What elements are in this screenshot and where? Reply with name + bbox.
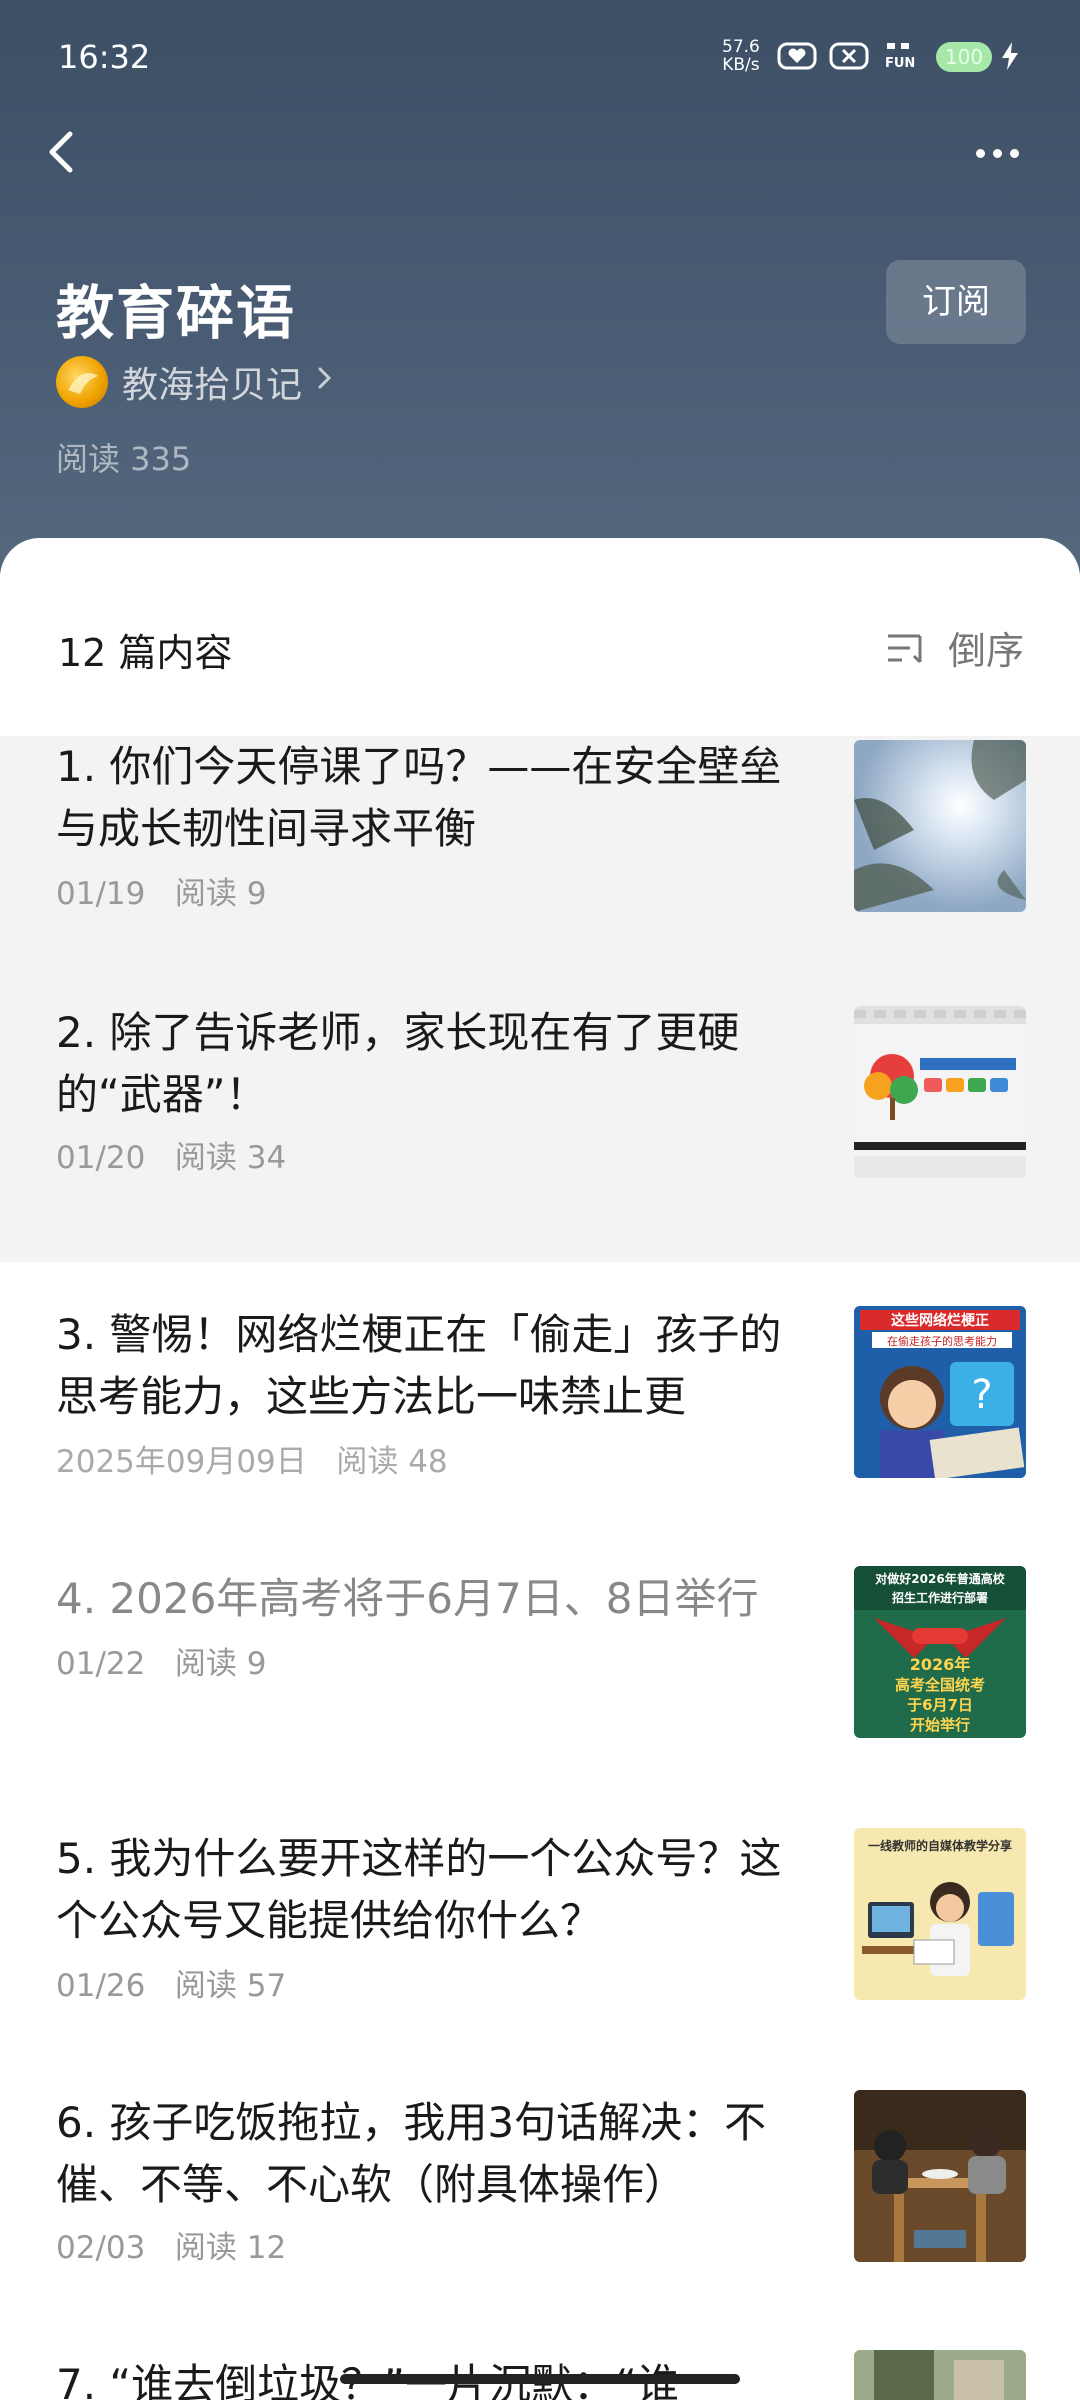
- article-reads: 阅读 9: [174, 1646, 267, 1682]
- article-title: 2. 除了告诉老师，家长现在有了更硬的“武器”！: [56, 1008, 740, 1119]
- list-item[interactable]: 2. 除了告诉老师，家长现在有了更硬的“武器”！ 01/20 阅读 34: [0, 1000, 1080, 1262]
- thumb-caption-line1: 对做好2026年普通高校: [875, 1571, 1005, 1586]
- close-box-icon: [828, 40, 870, 72]
- dot-icon: [993, 148, 1002, 158]
- heart-shield-icon: [776, 40, 818, 72]
- status-bar: 16:32 57.6 KB/s FUN 100: [0, 0, 1080, 110]
- article-date: 01/26: [56, 1968, 146, 2004]
- thumb-caption: 一线教师的自媒体教学分享: [868, 1838, 1012, 1853]
- sort-label: 倒序: [947, 629, 1024, 673]
- article-thumbnail: 一线教师的自媒体教学分享: [854, 1828, 1026, 2000]
- list-header: 12 篇内容 倒序: [0, 538, 1080, 736]
- article-thumbnail: 这些网络烂梗正 在偷走孩子的思考能力 ?: [854, 1306, 1026, 1478]
- back-button[interactable]: [34, 122, 94, 182]
- chevron-left-icon: [49, 131, 73, 173]
- article-thumbnail: [854, 740, 1026, 912]
- article-thumbnail: [854, 2090, 1026, 2262]
- thumb-caption-line4: 高考全国统考: [895, 1676, 985, 1694]
- article-title: 5. 我为什么要开这样的一个公众号？这个公众号又能提供给你什么？: [56, 1834, 782, 1945]
- net-speed-unit: KB/s: [722, 55, 760, 75]
- article-thumbnail: [854, 1006, 1026, 1178]
- collection-header: 16:32 57.6 KB/s FUN 100 教育碎语 订阅 教海拾贝记 阅读…: [0, 0, 1080, 600]
- article-title: 1. 你们今天停课了吗？——在安全壁垒与成长韧性间寻求平衡: [56, 742, 782, 853]
- article-meta: 01/22 阅读 9: [56, 1638, 266, 1683]
- list-item[interactable]: 1. 你们今天停课了吗？——在安全壁垒与成长韧性间寻求平衡 01/19 阅读 9: [0, 736, 1080, 1000]
- article-date: 02/03: [56, 2230, 146, 2266]
- sort-toggle[interactable]: 倒序: [886, 620, 1024, 675]
- article-date: 01/20: [56, 1140, 146, 1176]
- article-meta: 01/26 阅读 57: [56, 1960, 286, 2005]
- thumb-caption-line2: 招生工作进行部署: [892, 1590, 988, 1605]
- article-meta: 01/20 阅读 34: [56, 1132, 286, 1177]
- article-reads: 阅读 9: [174, 876, 267, 912]
- article-thumbnail: 对做好2026年普通高校 招生工作进行部署 2026年 高考全国统考 于6月7日…: [854, 1566, 1026, 1738]
- status-time: 16:32: [58, 38, 151, 76]
- thumb-caption-line5: 于6月7日: [907, 1696, 973, 1714]
- svg-text:FUN: FUN: [885, 56, 915, 71]
- article-meta: 01/19 阅读 9: [56, 868, 266, 913]
- home-indicator[interactable]: [340, 2374, 740, 2384]
- chevron-right-icon: [316, 362, 334, 402]
- article-reads: 阅读 12: [174, 2230, 287, 2266]
- article-meta: 02/03 阅读 12: [56, 2222, 286, 2267]
- thumb-caption-line1: 这些网络烂梗正: [891, 1312, 989, 1329]
- charging-bolt-icon: [998, 40, 1022, 72]
- list-item[interactable]: 3. 警惕！网络烂梗正在「偷走」孩子的思考能力，这些方法比一味禁止更 2025年…: [0, 1262, 1080, 1526]
- article-thumbnail: [854, 2350, 1026, 2400]
- article-title: 4. 2026年高考将于6月7日、8日举行: [56, 1574, 759, 1623]
- author-name: 教海拾贝记: [122, 365, 303, 406]
- article-reads: 阅读 34: [174, 1140, 287, 1176]
- article-list-sheet: 12 篇内容 倒序 1. 你们今天停课了吗？——在安全壁垒与成长韧性间寻求平衡 …: [0, 538, 1080, 2400]
- battery-indicator: 100: [936, 42, 992, 72]
- dot-icon: [976, 148, 985, 158]
- thumb-caption-line6: 开始举行: [910, 1716, 970, 1734]
- list-item[interactable]: 5. 我为什么要开这样的一个公众号？这个公众号又能提供给你什么？ 01/26 阅…: [0, 1788, 1080, 2050]
- collection-read-count: 阅读 335: [56, 440, 192, 478]
- list-item[interactable]: 4. 2026年高考将于6月7日、8日举行 01/22 阅读 9 对做好2026…: [0, 1526, 1080, 1788]
- article-reads: 阅读 48: [336, 1444, 448, 1480]
- article-title: 6. 孩子吃饭拖拉，我用3句话解决：不催、不等、不心软（附具体操作）: [56, 2098, 767, 2209]
- article-title: 3. 警惕！网络烂梗正在「偷走」孩子的思考能力，这些方法比一味禁止更: [56, 1310, 782, 1421]
- more-options-button[interactable]: [976, 128, 1036, 178]
- list-item[interactable]: 6. 孩子吃饭拖拉，我用3句话解决：不催、不等、不心软（附具体操作） 02/03…: [0, 2050, 1080, 2312]
- article-reads: 阅读 57: [174, 1968, 287, 2004]
- thumb-caption-line3: 2026年: [910, 1655, 971, 1674]
- collection-title: 教育碎语: [56, 279, 297, 347]
- article-date: 01/19: [56, 876, 146, 912]
- list-item[interactable]: 7. “谁去倒垃圾？”一片沉默：“谁: [0, 2312, 1080, 2400]
- net-speed-value: 57.6: [722, 37, 760, 57]
- thumb-caption-line2: 在偷走孩子的思考能力: [887, 1334, 997, 1348]
- article-count: 12 篇内容: [58, 631, 233, 675]
- dot-icon: [1010, 148, 1019, 158]
- article-date: 2025年09月09日: [56, 1444, 307, 1480]
- article-date: 01/22: [56, 1646, 146, 1682]
- network-speed: 57.6 KB/s: [722, 38, 760, 74]
- svg-text:?: ?: [971, 1372, 992, 1418]
- subscribe-button[interactable]: 订阅: [886, 260, 1026, 344]
- author-link[interactable]: 教海拾贝记: [56, 354, 334, 410]
- article-meta: 2025年09月09日 阅读 48: [56, 1436, 448, 1481]
- author-avatar: [56, 356, 108, 408]
- sort-icon: [887, 634, 922, 663]
- fun-icon: FUN: [882, 40, 930, 72]
